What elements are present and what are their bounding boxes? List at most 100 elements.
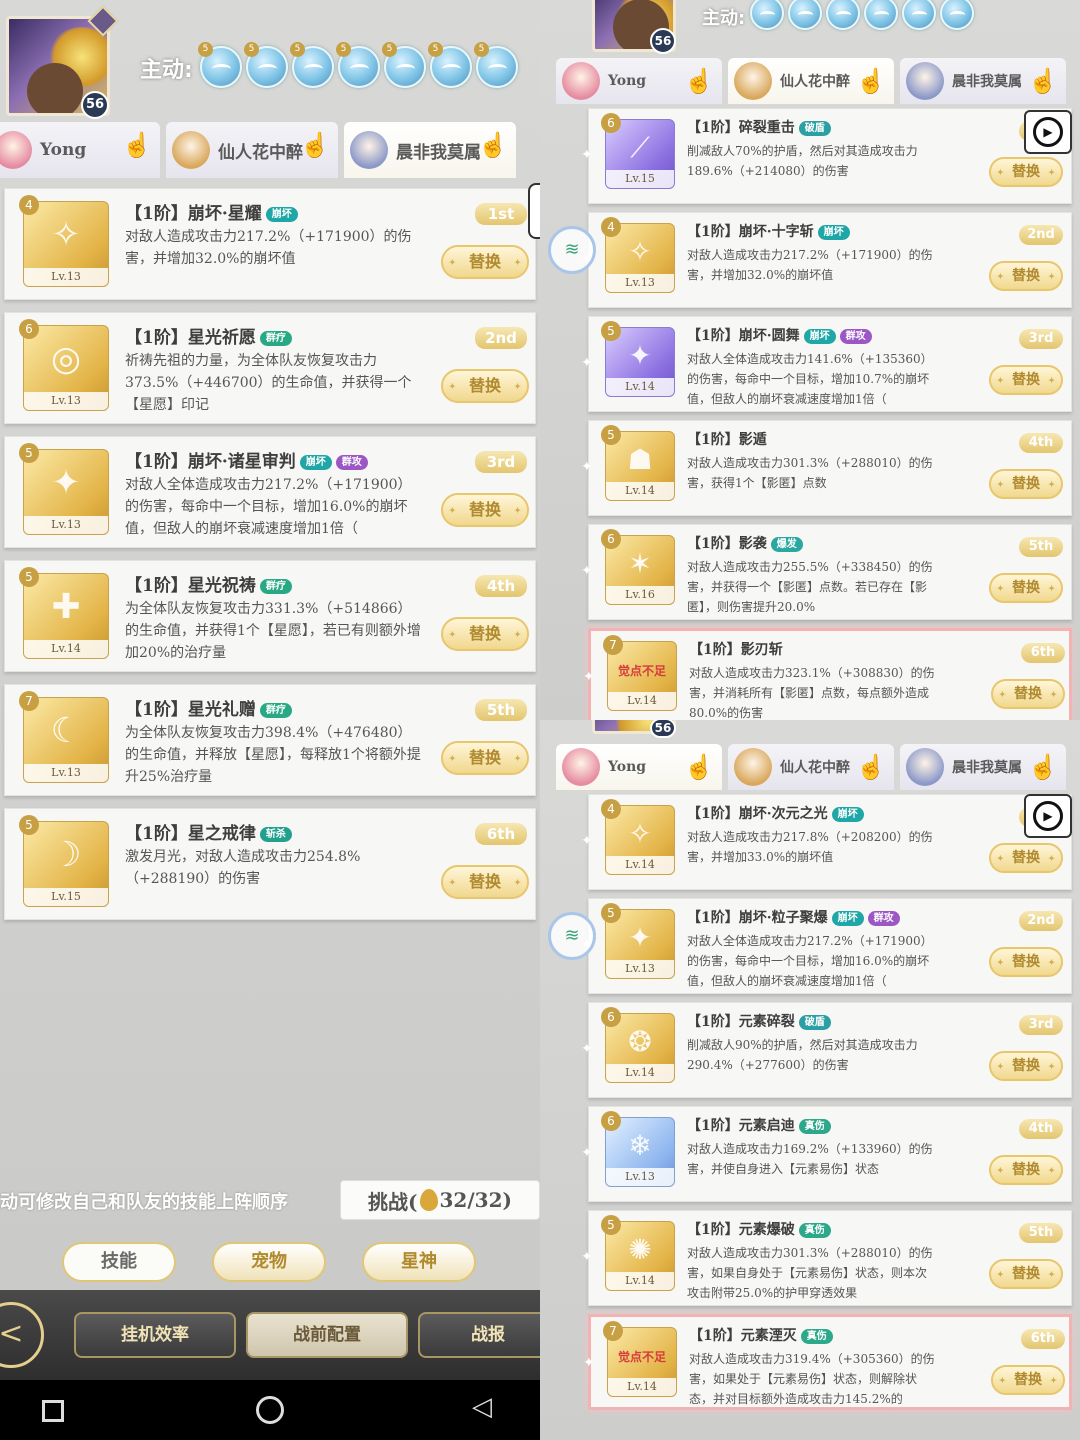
battle-report-button[interactable]: 战报: [418, 1312, 540, 1358]
skill-tag-badge: 崩坏: [831, 910, 864, 926]
swap-button[interactable]: 替换: [441, 493, 529, 527]
tab-teammate[interactable]: 晨非我莫属 ☝: [344, 122, 516, 178]
active-skill-orb[interactable]: [826, 0, 860, 30]
active-skill-orb[interactable]: 5: [336, 42, 380, 88]
active-skill-orb[interactable]: [940, 0, 974, 30]
skill-card[interactable]: ❄ Lv.13 6 【1阶】元素启迪 真伤 对敌人造成攻击力169.2%（+133960）…: [581, 1106, 1072, 1202]
tab-teammate[interactable]: Yong ☝: [0, 122, 160, 178]
swap-button[interactable]: 替换: [989, 1259, 1063, 1289]
tab-teammate[interactable]: 仙人花中醉 ☝: [166, 122, 338, 178]
skill-name-text: 【1阶】星光礼赠: [125, 700, 256, 720]
swap-button[interactable]: 替换: [989, 469, 1063, 499]
skill-star-badge: 5: [601, 903, 621, 923]
tab-teammate[interactable]: 晨非我莫属 ☝: [900, 58, 1066, 104]
swap-button[interactable]: 替换: [989, 573, 1063, 603]
scroll-handle[interactable]: [528, 183, 540, 239]
drag-dot-icon[interactable]: ✦: [581, 1249, 593, 1265]
active-skill-orb[interactable]: 5: [290, 42, 334, 88]
skill-card[interactable]: ☗ Lv.14 5 【1阶】影遁 对敌人造成攻击力301.3%（+288010）的伤害，…: [581, 420, 1072, 516]
skill-card[interactable]: ✧ Lv.13 4 【1阶】崩坏·十字斩 崩坏 对敌人造成攻击力217.2%（+17190…: [581, 212, 1072, 308]
skill-card[interactable]: ❂ Lv.14 6 【1阶】元素碎裂 破盾 削减敌人90%的护盾，然后对其造成攻击力290…: [581, 1002, 1072, 1098]
skill-card[interactable]: ☽ Lv.15 5 【1阶】星之戒律 斩杀 激发月光，对敌人造成攻击力254.8%（+28…: [4, 808, 536, 920]
swap-button[interactable]: 替换: [989, 843, 1063, 873]
recent-apps-icon[interactable]: [42, 1400, 64, 1422]
active-skill-orb[interactable]: 5: [474, 42, 518, 88]
drag-dot-icon[interactable]: ✦: [581, 147, 593, 163]
drag-dot-icon[interactable]: ✦: [581, 459, 593, 475]
skill-card[interactable]: ✦ Lv.13 5 【1阶】崩坏·诸星审判 崩坏 群攻 对敌人全体造成攻击力217.2%（+…: [4, 436, 536, 548]
swap-button[interactable]: 替换: [441, 245, 529, 279]
tab-teammate[interactable]: Yong ☝: [556, 58, 722, 104]
active-skill-orb[interactable]: 5: [198, 42, 242, 88]
left-screenshot-panel: 56 主动: 5555555 Yong ☝ 仙人花中醉 ☝ 晨非我莫属 ☝ ✧ Lv.13 4…: [0, 0, 540, 1440]
active-skill-orb[interactable]: [864, 0, 898, 30]
home-icon[interactable]: [256, 1396, 284, 1424]
tab-teammate[interactable]: 晨非我莫属 ☝: [900, 744, 1066, 790]
subtab-pets[interactable]: 宠物: [212, 1242, 326, 1282]
skill-card[interactable]: ✦ Lv.14 5 【1阶】崩坏·圆舞 崩坏 群攻 对敌人全体造成攻击力141.6%（+13…: [581, 316, 1072, 412]
skill-card[interactable]: ✚ Lv.14 5 【1阶】星光祝祷 群疗 为全体队友恢复攻击力331.3%（+51486…: [4, 560, 536, 672]
back-arrow-icon[interactable]: <: [0, 1302, 44, 1368]
skill-card[interactable]: ✦ Lv.13 5 【1阶】崩坏·粒子聚爆 崩坏 群攻 对敌人全体造成攻击力217.2%（+…: [581, 898, 1072, 994]
drag-dot-icon[interactable]: ✦: [583, 669, 595, 685]
swap-button[interactable]: 替换: [989, 1051, 1063, 1081]
drag-dot-icon[interactable]: ✦: [581, 355, 593, 371]
skill-description: 对敌人造成攻击力255.5%（+338450）的伤害，并获得一个【影匿】点数。若…: [687, 560, 933, 614]
swap-button[interactable]: 替换: [991, 1365, 1065, 1395]
skill-card[interactable]: ✧ Lv.13 4 【1阶】崩坏·星耀 崩坏 对敌人造成攻击力217.2%（+171900…: [4, 188, 536, 300]
right-bottom-screenshot-panel: 56 Yong ☝ 仙人花中醉 ☝ 晨非我莫属 ☝ ✧ Lv.14 4 【1阶】崩坏·次元之光崩…: [540, 720, 1080, 1440]
drag-dot-icon[interactable]: ✦: [581, 563, 593, 579]
back-nav-icon[interactable]: ◁: [472, 1392, 492, 1422]
swap-button[interactable]: 替换: [441, 741, 529, 775]
skill-level: Lv.14: [606, 1064, 674, 1082]
subtab-skills[interactable]: 技能: [62, 1242, 176, 1282]
active-skill-orb[interactable]: 5: [244, 42, 288, 88]
skill-description: 对敌人造成攻击力217.2%（+171900）的伤害，并增加32.0%的崩坏值: [125, 229, 412, 267]
pointer-hand-icon: ☝: [856, 752, 886, 781]
drag-dot-icon[interactable]: ✦: [581, 1145, 593, 1161]
drag-dot-icon[interactable]: ✦: [581, 833, 593, 849]
idle-efficiency-button[interactable]: 挂机效率: [74, 1312, 236, 1358]
active-skill-orb[interactable]: 5: [428, 42, 472, 88]
swap-button[interactable]: 替换: [441, 369, 529, 403]
swap-button[interactable]: 替换: [991, 679, 1065, 709]
skill-tag-badge: 斩杀: [259, 827, 292, 842]
swap-button[interactable]: 替换: [989, 947, 1063, 977]
drag-dot-icon[interactable]: ✦: [581, 1041, 593, 1057]
skill-card[interactable]: 觉点不足 Lv.14 7 【1阶】元素湮灭 真伤 对敌人造成攻击力319.4%（+3053…: [583, 1314, 1072, 1410]
skill-name: 【1阶】崩坏·粒子聚爆 崩坏 群攻: [687, 907, 900, 927]
active-skill-orb[interactable]: [902, 0, 936, 30]
active-skill-orb[interactable]: 5: [382, 42, 426, 88]
swap-button[interactable]: 替换: [441, 617, 529, 651]
skill-description: 祈祷先祖的力量，为全体队友恢复攻击力373.5%（+446700）的生命值，并获…: [125, 353, 412, 413]
active-skill-orb[interactable]: [788, 0, 822, 30]
swap-button[interactable]: 替换: [989, 1155, 1063, 1185]
skill-card[interactable]: 觉点不足 Lv.14 7 【1阶】影刃斩 对敌人造成攻击力323.1%（+308830）…: [583, 628, 1072, 720]
drag-dot-icon[interactable]: ✦: [583, 1355, 595, 1371]
skill-name: 【1阶】影遁: [687, 429, 767, 449]
tab-teammate[interactable]: 仙人花中醉 ☝: [728, 744, 894, 790]
swap-button[interactable]: 替换: [441, 865, 529, 899]
pre-battle-config-button[interactable]: 战前配置: [246, 1312, 408, 1358]
teammate-avatar: [0, 131, 32, 169]
tab-teammate[interactable]: 仙人花中醉 ☝: [728, 58, 894, 104]
orb-star-count: 5: [382, 42, 397, 57]
skill-card[interactable]: ✧ Lv.14 4 【1阶】崩坏·次元之光 崩坏 对敌人造成攻击力217.8%（+2082…: [581, 794, 1072, 890]
skill-card[interactable]: ✺ Lv.14 5 【1阶】元素爆破 真伤 对敌人造成攻击力301.3%（+288010）…: [581, 1210, 1072, 1306]
swap-button[interactable]: 替换: [989, 365, 1063, 395]
swap-button[interactable]: 替换: [989, 157, 1063, 187]
swap-button[interactable]: 替换: [989, 261, 1063, 291]
play-icon[interactable]: ▶: [1024, 794, 1072, 838]
skill-card[interactable]: ◎ Lv.13 6 【1阶】星光祈愿 群疗 祈祷先祖的力量，为全体队友恢复攻击力373.5…: [4, 312, 536, 424]
challenge-button[interactable]: 挑战( 32/32 ): [340, 1180, 540, 1220]
skill-card[interactable]: ☾ Lv.13 7 【1阶】星光礼赠 群疗 为全体队友恢复攻击力398.4%（+47648…: [4, 684, 536, 796]
active-skill-orb[interactable]: [750, 0, 784, 30]
skill-tag-badge: 爆发: [770, 536, 803, 552]
play-icon[interactable]: ▶: [1024, 110, 1072, 154]
subtab-stargods[interactable]: 星神: [362, 1242, 476, 1282]
skill-description: 对敌人造成攻击力323.1%（+308830）的伤害，并消耗所有【影匿】点数，每…: [689, 666, 935, 720]
teammate-avatar: [172, 131, 210, 169]
tab-teammate[interactable]: Yong ☝: [556, 744, 722, 790]
skill-card[interactable]: ⟋ Lv.15 6 【1阶】碎裂重击 破盾 削减敌人70%的护盾，然后对其造成攻击力189…: [581, 108, 1072, 204]
skill-card[interactable]: ✶ Lv.16 6 【1阶】影袭 爆发 对敌人造成攻击力255.5%（+338450）的伤…: [581, 524, 1072, 620]
